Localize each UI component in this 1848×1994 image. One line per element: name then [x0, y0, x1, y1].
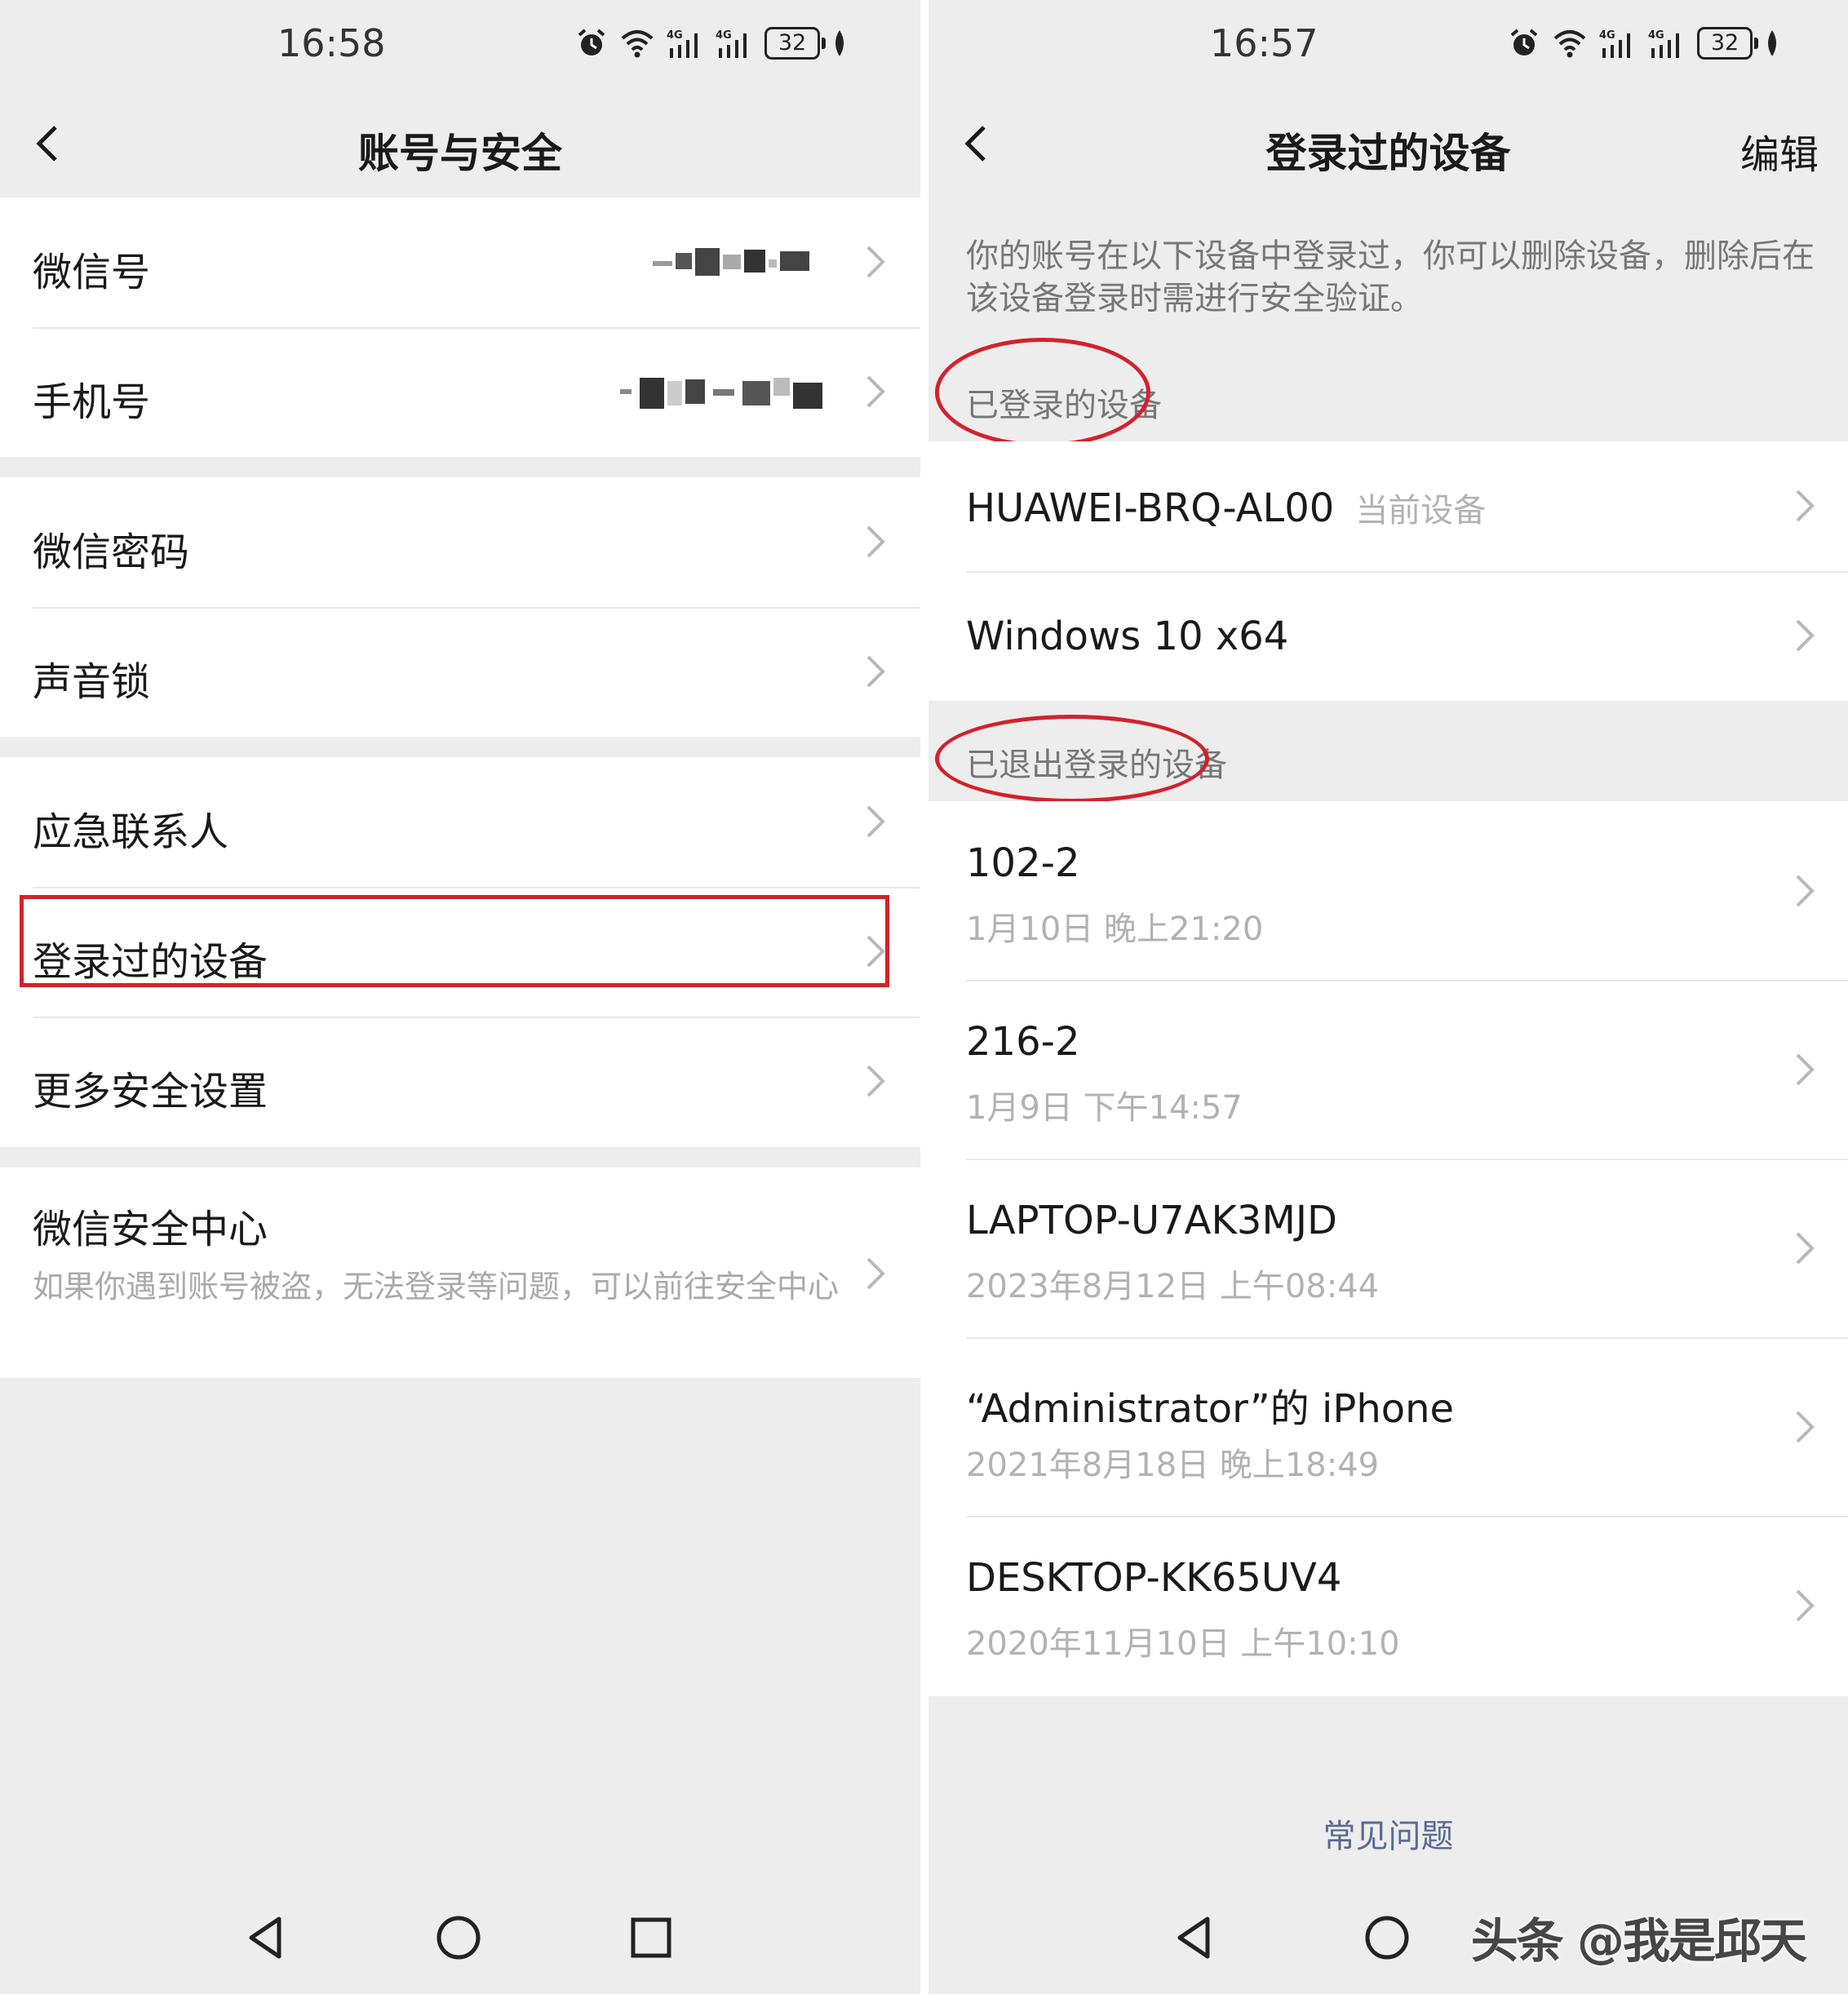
device-row[interactable]: “Administrator”的 iPhone 2021年8月18日 晚上18:…	[928, 1337, 1848, 1516]
row-label: 微信密码	[33, 530, 190, 575]
nav-recents-square-icon[interactable]	[623, 1909, 680, 1966]
device-last-login: 1月10日 晚上21:20	[966, 911, 1264, 948]
devices-info-text: 你的账号在以下设备中登录过，你可以删除设备，删除后在该设备登录时需进行安全验证。	[966, 237, 1815, 317]
current-device-tag: 当前设备	[1355, 492, 1487, 530]
nav-back-triangle-icon[interactable]	[237, 1909, 294, 1966]
chevron-right-icon	[1794, 873, 1815, 909]
watermark-text: 头条 @我是邱天	[1470, 1913, 1807, 1969]
chevron-right-icon	[865, 1063, 886, 1099]
redacted-wechat-id	[653, 248, 809, 276]
battery-icon: 32	[1697, 27, 1758, 60]
device-row[interactable]: Windows 10 x64	[928, 571, 1848, 701]
logged-in-devices-list: HUAWEI-BRQ-AL00 当前设备 Windows 10 x64	[928, 441, 1848, 701]
device-name: HUAWEI-BRQ-AL00 当前设备	[966, 484, 1486, 531]
device-last-login: 2021年8月18日 晚上18:49	[966, 1447, 1380, 1484]
chevron-right-icon	[865, 1256, 886, 1292]
chevron-right-icon	[865, 524, 886, 560]
edit-button[interactable]: 编辑	[1740, 122, 1819, 179]
signal-4g-icon	[716, 27, 753, 60]
chevron-right-icon	[1794, 1230, 1815, 1266]
nav-home-circle-icon[interactable]	[1358, 1909, 1416, 1966]
faq-link[interactable]: 常见问题	[928, 1810, 1848, 1857]
security-center-description: 如果你遇到账号被盗，无法登录等问题，可以前往安全中心	[33, 1269, 840, 1305]
security-options-group: 应急联系人 登录过的设备 更多安全设置	[0, 757, 920, 1147]
logged-devices-screen: 16:57 32 登录过的设备 编辑 你的账号在以下设备中登录过，你可以删除设备…	[928, 0, 1848, 1994]
device-name-text: HUAWEI-BRQ-AL00	[966, 485, 1335, 531]
redacted-phone-number	[620, 378, 822, 409]
chevron-right-icon	[1794, 1052, 1815, 1088]
chevron-right-icon	[1794, 1588, 1815, 1624]
chevron-right-icon	[865, 933, 886, 969]
status-time: 16:57	[1210, 21, 1318, 65]
device-row[interactable]: DESKTOP-KK65UV4 2020年11月10日 上午10:10	[928, 1516, 1848, 1695]
status-icons: 32	[575, 24, 848, 62]
voice-lock-row[interactable]: 声音锁	[0, 607, 920, 737]
device-name: 102-2	[966, 840, 1080, 886]
page-title: 账号与安全	[358, 130, 562, 177]
row-label: 登录过的设备	[33, 939, 268, 985]
nav-back-triangle-icon[interactable]	[1165, 1909, 1222, 1966]
status-icons: 32	[1508, 24, 1780, 62]
device-row[interactable]: 102-2 1月10日 晚上21:20	[928, 801, 1848, 980]
alarm-icon	[1508, 27, 1540, 60]
row-label: 微信号	[33, 250, 151, 295]
device-name: LAPTOP-U7AK3MJD	[966, 1198, 1337, 1243]
row-label: 微信安全中心	[33, 1207, 268, 1252]
nav-bar: 账号与安全	[0, 90, 920, 197]
device-name: DESKTOP-KK65UV4	[966, 1555, 1342, 1601]
password-group: 微信密码 声音锁	[0, 477, 920, 737]
row-label: 手机号	[33, 379, 151, 425]
power-saving-leaf-icon	[1764, 27, 1780, 60]
signal-4g-icon	[1648, 27, 1686, 60]
page-title: 登录过的设备	[1265, 130, 1511, 177]
logged-devices-row[interactable]: 登录过的设备	[0, 887, 920, 1017]
chevron-right-icon	[1794, 1409, 1815, 1445]
security-center-group: 微信安全中心 如果你遇到账号被盗，无法登录等问题，可以前往安全中心	[0, 1168, 920, 1378]
device-row[interactable]: HUAWEI-BRQ-AL00 当前设备	[928, 441, 1848, 571]
chevron-right-icon	[1794, 618, 1815, 654]
row-label: 声音锁	[33, 659, 151, 705]
logged-out-devices-list: 102-2 1月10日 晚上21:20 216-2 1月9日 下午14:57 L…	[928, 801, 1848, 1696]
chevron-right-icon	[865, 244, 886, 280]
chevron-right-icon	[865, 804, 886, 840]
device-row[interactable]: 216-2 1月9日 下午14:57	[928, 980, 1848, 1159]
status-bar: 16:57 32	[928, 0, 1848, 90]
emergency-contact-row[interactable]: 应急联系人	[0, 757, 920, 887]
row-label: 应急联系人	[33, 809, 229, 855]
signal-4g-icon	[667, 27, 704, 60]
device-row[interactable]: LAPTOP-U7AK3MJD 2023年8月12日 上午08:44	[928, 1159, 1848, 1337]
password-row[interactable]: 微信密码	[0, 477, 920, 607]
wechat-id-row[interactable]: 微信号	[0, 197, 920, 327]
device-last-login: 2023年8月12日 上午08:44	[966, 1268, 1380, 1305]
battery-icon: 32	[764, 27, 826, 60]
more-security-settings-row[interactable]: 更多安全设置	[0, 1017, 920, 1146]
power-saving-leaf-icon	[831, 27, 848, 60]
device-name: 216-2	[966, 1019, 1080, 1065]
nav-home-circle-icon[interactable]	[430, 1909, 487, 1966]
wifi-icon	[1552, 27, 1588, 60]
alarm-icon	[575, 27, 608, 60]
device-name: “Administrator”的 iPhone	[966, 1386, 1455, 1432]
wifi-icon	[619, 27, 655, 60]
signal-4g-icon	[1599, 27, 1637, 60]
account-security-screen: 16:58 32 账号与安全 微信号 手机号 微信密码 声音锁 应急联系人 登录…	[0, 0, 920, 1994]
chevron-right-icon	[865, 374, 886, 410]
phone-row[interactable]: 手机号	[0, 327, 920, 457]
chevron-right-icon	[865, 654, 886, 689]
status-time: 16:58	[277, 21, 386, 65]
row-label: 更多安全设置	[33, 1069, 268, 1114]
account-id-group: 微信号 手机号	[0, 197, 920, 457]
logged-in-section-title: 已登录的设备	[966, 387, 1162, 424]
nav-bar: 登录过的设备 编辑	[928, 90, 1848, 197]
device-last-login: 1月9日 下午14:57	[966, 1089, 1243, 1127]
device-name: Windows 10 x64	[966, 614, 1289, 659]
device-last-login: 2020年11月10日 上午10:10	[966, 1625, 1400, 1663]
system-nav-bar	[0, 1909, 920, 1983]
security-center-row[interactable]: 微信安全中心 如果你遇到账号被盗，无法登录等问题，可以前往安全中心	[0, 1168, 920, 1378]
chevron-right-icon	[1794, 488, 1815, 524]
status-bar: 16:58 32	[0, 0, 920, 90]
logged-out-section-title: 已退出登录的设备	[966, 747, 1227, 784]
